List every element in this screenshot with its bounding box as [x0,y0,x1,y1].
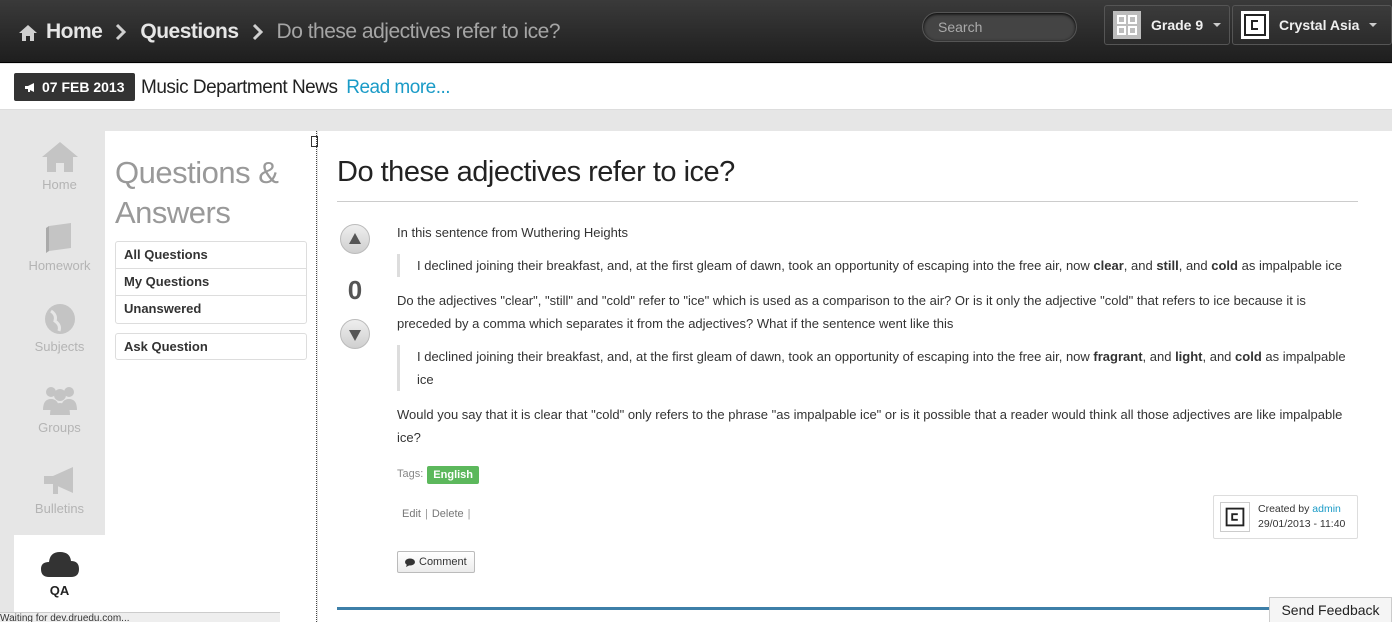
news-date: 07 FEB 2013 [42,79,125,95]
quote-text: , and [1178,258,1212,273]
nav-label: Homework [28,258,91,273]
nav-item-qa[interactable]: QA [14,535,105,612]
quote-text: as impalpable ice [1237,258,1343,273]
comment-icon [405,558,415,567]
created-date: 29/01/2013 - 11:40 [1258,518,1346,530]
chevron-right-icon [252,23,263,41]
question-paragraph: Would you say that it is clear that "col… [397,407,1343,445]
nav-label: Home [42,177,77,192]
chevron-right-icon [116,23,127,41]
tag-english[interactable]: English [427,465,480,484]
search-input[interactable]: Search [922,12,1077,42]
nav-label: QA [49,583,70,598]
avatar [1241,11,1269,39]
breadcrumb-home[interactable]: Home [46,20,103,44]
question-actions: Edit | Delete | [402,508,474,520]
quote-text: I declined joining their breakfast, and,… [417,258,1094,273]
megaphone-icon [25,82,34,92]
news-date-badge: 07 FEB 2013 [14,73,135,101]
nav-label: Subjects [34,339,85,354]
tags-row: Tags: English [397,463,1355,486]
created-by-label: Created by [1258,503,1310,515]
nav-label: Bulletins [34,501,85,516]
delete-link[interactable]: Delete [432,508,464,520]
nav-label: Groups [38,420,81,435]
comment-button[interactable]: Comment [397,551,475,573]
user-dropdown[interactable]: Crystal Asia [1232,5,1392,45]
people-icon [42,387,77,415]
quote-bold: fragrant [1093,349,1143,364]
news-bar: 07 FEB 2013 Music Department News Read m… [0,64,1392,110]
menu-item-unanswered[interactable]: Unanswered [116,296,306,323]
avatar [1220,502,1250,532]
vote-count: 0 [347,275,363,305]
created-by-box: Created by admin 29/01/2013 - 11:40 [1213,495,1358,539]
chevron-down-icon [1213,23,1222,27]
nav-item-homework[interactable]: Homework [14,222,105,273]
blockquote: I declined joining their breakfast, and,… [397,345,1355,391]
nav-item-home[interactable]: Home [14,141,105,192]
breadcrumb-current: Do these adjectives refer to ice? [276,20,561,43]
quote-text: , and [1202,349,1236,364]
vote-down-button[interactable] [340,319,370,349]
created-by-text: Created by admin 29/01/2013 - 11:40 [1258,502,1345,532]
grade-dropdown[interactable]: Grade 9 [1104,5,1230,45]
cloud-icon [40,552,79,577]
news-title: Music Department News [141,77,338,98]
breadcrumb: Home Questions Do these adjectives refer… [18,18,561,46]
send-feedback-button[interactable]: Send Feedback [1269,597,1392,622]
separator: | [467,508,471,520]
divider [337,607,1297,610]
divider [337,201,1358,202]
home-icon [41,142,78,172]
question-main: Do these adjectives refer to ice? 0 In t… [318,131,1392,622]
question-body: In this sentence from Wuthering Heights … [397,221,1355,486]
read-more-link[interactable]: Read more... [346,77,450,98]
menu-item-my-questions[interactable]: My Questions [116,269,306,296]
menu-item-all-questions[interactable]: All Questions [116,242,306,269]
user-name: Crystal Asia [1279,17,1360,33]
nav-item-bulletins[interactable]: Bulletins [14,465,105,516]
edit-link[interactable]: Edit [402,508,421,520]
grade-logo-icon [1113,11,1141,39]
author-link[interactable]: admin [1312,503,1341,515]
panel-title: Questions & Answers [115,155,279,230]
question-intro: In this sentence from Wuthering Heights [397,225,628,240]
nav-item-subjects[interactable]: Subjects [14,303,105,354]
question-paragraph: Do the adjectives "clear", "still" and "… [397,293,1306,331]
vote-up-button[interactable] [340,224,370,254]
qa-side-panel: Questions & Answers All Questions My Que… [105,131,317,622]
breadcrumb-questions[interactable]: Questions [140,20,239,44]
globe-icon [44,304,75,334]
blockquote: I declined joining their breakfast, and,… [397,254,1355,277]
quote-text: I declined joining their breakfast, and,… [417,349,1094,364]
quote-bold: cold [1235,349,1262,364]
grade-label: Grade 9 [1151,17,1204,33]
left-nav: Home Homework Subjects Groups Bulletins … [0,111,105,622]
quote-bold: light [1175,349,1203,364]
home-icon [19,25,37,41]
browser-status-bar: Waiting for dev.druedu.com... [0,612,280,622]
top-bar: Home Questions Do these adjectives refer… [0,0,1392,63]
chevron-down-icon [1369,23,1378,27]
comment-label: Comment [419,556,467,568]
qa-menu: All Questions My Questions Unanswered [115,241,307,324]
ask-question-button[interactable]: Ask Question [115,333,307,360]
book-icon [45,223,71,253]
quote-bold: still [1156,258,1179,273]
news-headline: Music Department News Read more... [141,77,451,99]
quote-bold: clear [1093,258,1124,273]
tags-label: Tags: [397,468,424,480]
quote-text: , and [1123,258,1157,273]
quote-text: , and [1142,349,1176,364]
separator: | [424,508,428,520]
megaphone-icon [43,467,73,494]
question-title: Do these adjectives refer to ice? [337,156,735,188]
quote-bold: cold [1211,258,1238,273]
nav-item-groups[interactable]: Groups [14,384,105,435]
